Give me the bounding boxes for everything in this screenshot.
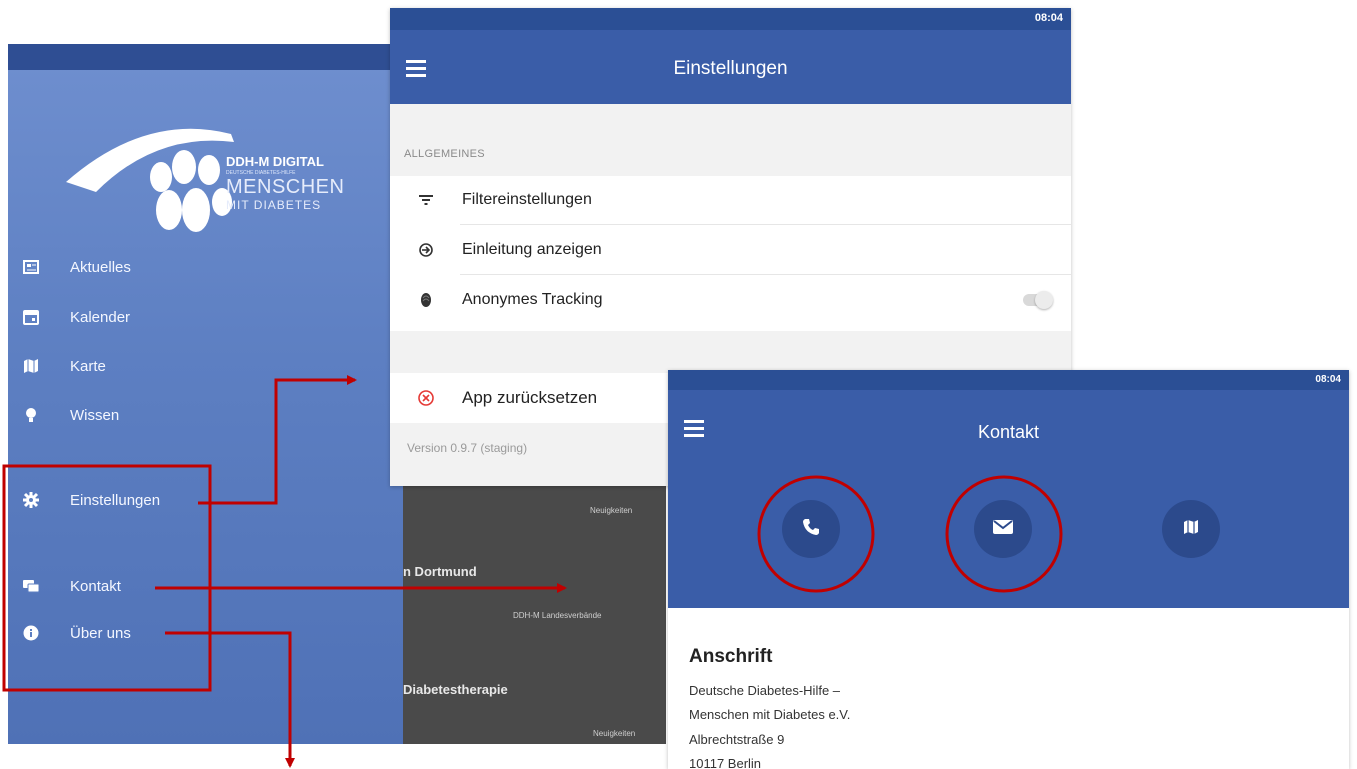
status-time: 08:04 [1034,12,1063,24]
settings-app-bar: Einstellungen [390,30,1071,104]
divider [460,224,1071,225]
logo-line-large: MENSCHEN [226,176,345,198]
contact-screen: 08:04 Kontakt Anschrift Deutsche Diabete… [668,370,1349,769]
settings-row-tracking[interactable]: Anonymes Tracking [390,276,1071,324]
mail-icon [993,519,1013,539]
filter-icon [416,194,436,206]
contact-header: Kontakt [668,390,1349,608]
status-bar: 08:04 [390,8,1071,30]
row-label: Einleitung anzeigen [462,241,602,258]
menu-item-kontakt[interactable]: Kontakt [22,572,121,600]
menu-item-einstellungen[interactable]: Einstellungen [22,486,160,514]
cancel-circle-icon [416,390,436,406]
version-text: Version 0.9.7 (staging) [407,441,528,455]
map-button[interactable] [1162,500,1220,558]
news-category: Neuigkeiten [590,506,633,515]
address-line: Albrechtstraße 9 [689,732,785,747]
lightbulb-icon [22,406,40,424]
menu-label: Wissen [70,406,120,424]
menu-item-kalender[interactable]: Kalender [22,303,130,331]
login-icon [416,243,436,257]
news-title-therapie: Diabetestherapie [403,682,508,697]
map-icon [1183,519,1199,540]
settings-row-einleitung[interactable]: Einleitung anzeigen [390,226,1071,274]
newspaper-icon [22,258,40,276]
row-label: Anonymes Tracking [462,291,603,308]
menu-label: Über uns [70,624,131,642]
address-line: Deutsche Diabetes-Hilfe – [689,683,841,698]
settings-list: Filtereinstellungen Einleitung anzeigen … [390,176,1071,331]
address-line: Menschen mit Diabetes e.V. [689,707,851,722]
menu-label: Kalender [70,308,131,326]
address-line: 10117 Berlin [689,756,762,769]
email-button[interactable] [974,500,1032,558]
chat-icon [22,577,40,595]
menu-item-karte[interactable]: Karte [22,352,106,380]
row-label: Filtereinstellungen [462,191,592,208]
settings-row-filter[interactable]: Filtereinstellungen [390,176,1071,224]
drawer-status-bar [8,44,403,70]
status-bar: 08:04 [668,370,1349,390]
menu-label: Einstellungen [70,491,161,509]
section-header: ALLGEMEINES [404,148,485,160]
news-category: DDH-M Landesverbände [513,611,602,620]
reset-label: App zurücksetzen [462,388,598,407]
menu-item-aktuelles[interactable]: Aktuelles [22,253,131,281]
news-title-dortmund: n Dortmund [403,564,477,579]
news-category: Neuigkeiten [593,729,636,738]
gear-icon [22,491,40,509]
calendar-icon [22,308,40,326]
info-icon [22,624,40,642]
logo-brand: DDH-M DIGITAL [226,154,324,169]
tracking-toggle[interactable] [1023,291,1053,309]
toggle-knob [1035,291,1053,309]
phone-icon [802,518,820,541]
page-title: Einstellungen [673,58,788,79]
navigation-drawer: DDH-M DIGITAL DEUTSCHE DIABETES-HILFE ME… [8,44,403,744]
fingerprint-icon [416,292,436,308]
background-news-list: Neuigkeiten n Dortmund DDH-M Landesverbä… [403,484,666,744]
divider [460,274,1071,275]
logo-line-sub: MIT DIABETES [226,198,322,212]
menu-item-wissen[interactable]: Wissen [22,401,119,429]
map-icon [22,357,40,375]
menu-label: Kontakt [70,577,121,595]
menu-item-ueber-uns[interactable]: Über uns [22,619,131,647]
ddh-m-logo: DDH-M DIGITAL DEUTSCHE DIABETES-HILFE ME… [56,122,356,272]
address-heading: Anschrift [689,646,773,667]
menu-label: Karte [70,357,106,375]
status-time: 08:04 [1315,374,1341,385]
menu-label: Aktuelles [70,258,131,276]
page-title: Kontakt [977,422,1040,442]
call-button[interactable] [782,500,840,558]
